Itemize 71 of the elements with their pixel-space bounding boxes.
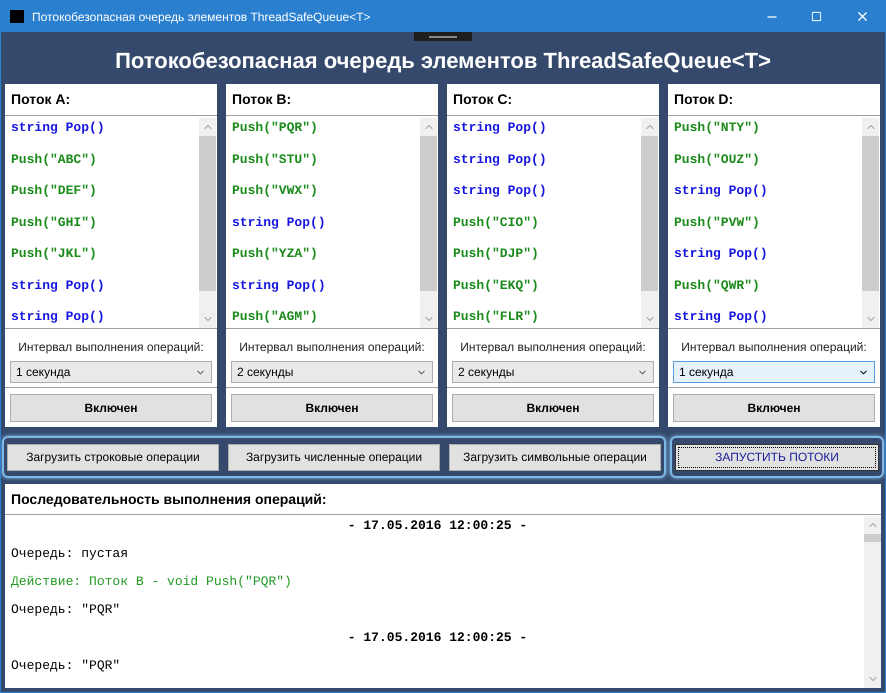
operation-item[interactable]: string Pop() — [453, 152, 547, 166]
scroll-thumb[interactable] — [199, 136, 216, 291]
operation-item[interactable]: Push("JKL") — [11, 246, 97, 261]
window-title: Потокобезопасная очередь элементов ThreadSafeQueue<T> — [32, 8, 371, 26]
operation-item[interactable]: Push("YZA") — [232, 246, 318, 261]
drag-handle-icon[interactable] — [414, 32, 472, 41]
log-title: Последовательность выполнения операций: — [5, 484, 881, 515]
app-icon — [10, 10, 24, 23]
scroll-thumb[interactable] — [420, 136, 437, 291]
toggle-button[interactable]: Включен — [231, 394, 433, 422]
operation-item[interactable]: Push("GHI") — [11, 214, 97, 230]
operation-item[interactable]: Push("ABC") — [11, 152, 97, 166]
log-line: - 17.05.2016 12:00:25 - — [348, 518, 528, 533]
load-button[interactable]: Загрузить символьные операции — [449, 444, 661, 470]
interval-dropdown[interactable]: 1 секунда — [673, 361, 875, 383]
maximize-icon[interactable] — [811, 11, 822, 22]
log-line: Действие: Поток B - void Push("PQR") — [11, 574, 292, 589]
scrollbar[interactable] — [199, 118, 216, 328]
thread-title: Поток A: — [5, 84, 217, 116]
operation-item[interactable]: string Pop() — [453, 120, 547, 135]
scrollbar[interactable] — [641, 118, 658, 328]
operation-item[interactable]: string Pop() — [453, 183, 547, 198]
operation-item[interactable]: Push("DEF") — [11, 183, 97, 198]
scrollbar[interactable] — [864, 516, 881, 688]
log-line: Очередь: "PQR" — [11, 658, 120, 673]
operation-item[interactable]: string Pop() — [11, 120, 105, 135]
page-heading: Потокобезопасная очередь элементов ThreadSafeQueue<T> — [115, 47, 771, 75]
operation-item[interactable]: Push("EKQ") — [453, 278, 539, 292]
operation-item[interactable]: Push("OUZ") — [674, 152, 760, 166]
operation-item[interactable]: Push("PVW") — [674, 214, 760, 230]
scroll-thumb[interactable] — [864, 534, 881, 542]
log-line: Очередь: "PQR" — [11, 602, 120, 617]
operation-item[interactable]: Push("QWR") — [674, 278, 760, 292]
operation-item[interactable]: Push("AGM") — [232, 309, 318, 324]
interval-dropdown[interactable]: 2 секунды — [452, 361, 654, 383]
interval-dropdown[interactable]: 1 секунда — [10, 361, 212, 383]
operation-item[interactable]: Push("VWX") — [232, 183, 318, 198]
thread-title: Поток B: — [226, 84, 438, 116]
operation-item[interactable]: string Pop() — [674, 183, 768, 198]
operation-item[interactable]: string Pop() — [674, 309, 768, 324]
operation-item[interactable]: Push("PQR") — [232, 120, 318, 135]
operation-item[interactable]: Push("CIO") — [453, 214, 539, 230]
interval-label: Интервал выполнения операций: — [460, 339, 646, 356]
toggle-button[interactable]: Включен — [10, 394, 212, 422]
operation-item[interactable]: string Pop() — [674, 246, 768, 261]
interval-label: Интервал выполнения операций: — [239, 339, 425, 356]
log-line: Очередь: пустая — [11, 546, 128, 561]
thread-title: Поток C: — [447, 84, 659, 116]
load-button[interactable]: Загрузить численные операции — [228, 444, 440, 470]
scroll-thumb[interactable] — [641, 136, 658, 291]
toggle-button[interactable]: Включен — [452, 394, 654, 422]
scrollbar[interactable] — [420, 118, 437, 328]
load-button[interactable]: Загрузить строковые операции — [7, 444, 219, 470]
operation-item[interactable]: string Pop() — [11, 309, 105, 324]
close-icon[interactable] — [855, 9, 870, 24]
scrollbar[interactable] — [862, 118, 879, 328]
operation-item[interactable]: string Pop() — [232, 214, 326, 230]
toggle-button[interactable]: Включен — [673, 394, 875, 422]
operation-item[interactable]: Push("NTY") — [674, 120, 760, 135]
operation-item[interactable]: string Pop() — [232, 278, 326, 292]
operation-item[interactable]: string Pop() — [11, 278, 105, 292]
interval-label: Интервал выполнения операций: — [681, 339, 867, 356]
interval-dropdown[interactable]: 2 секунды — [231, 361, 433, 383]
log-line: - 17.05.2016 12:00:25 - — [348, 630, 528, 645]
thread-title: Поток D: — [668, 84, 880, 116]
operation-item[interactable]: Push("DJP") — [453, 246, 539, 261]
operation-item[interactable]: Push("FLR") — [453, 309, 539, 324]
scroll-thumb[interactable] — [862, 136, 879, 291]
start-button[interactable]: ЗАПУСТИТЬ ПОТОКИ — [675, 444, 879, 470]
operation-item[interactable]: Push("STU") — [232, 152, 318, 166]
interval-label: Интервал выполнения операций: — [18, 339, 204, 356]
